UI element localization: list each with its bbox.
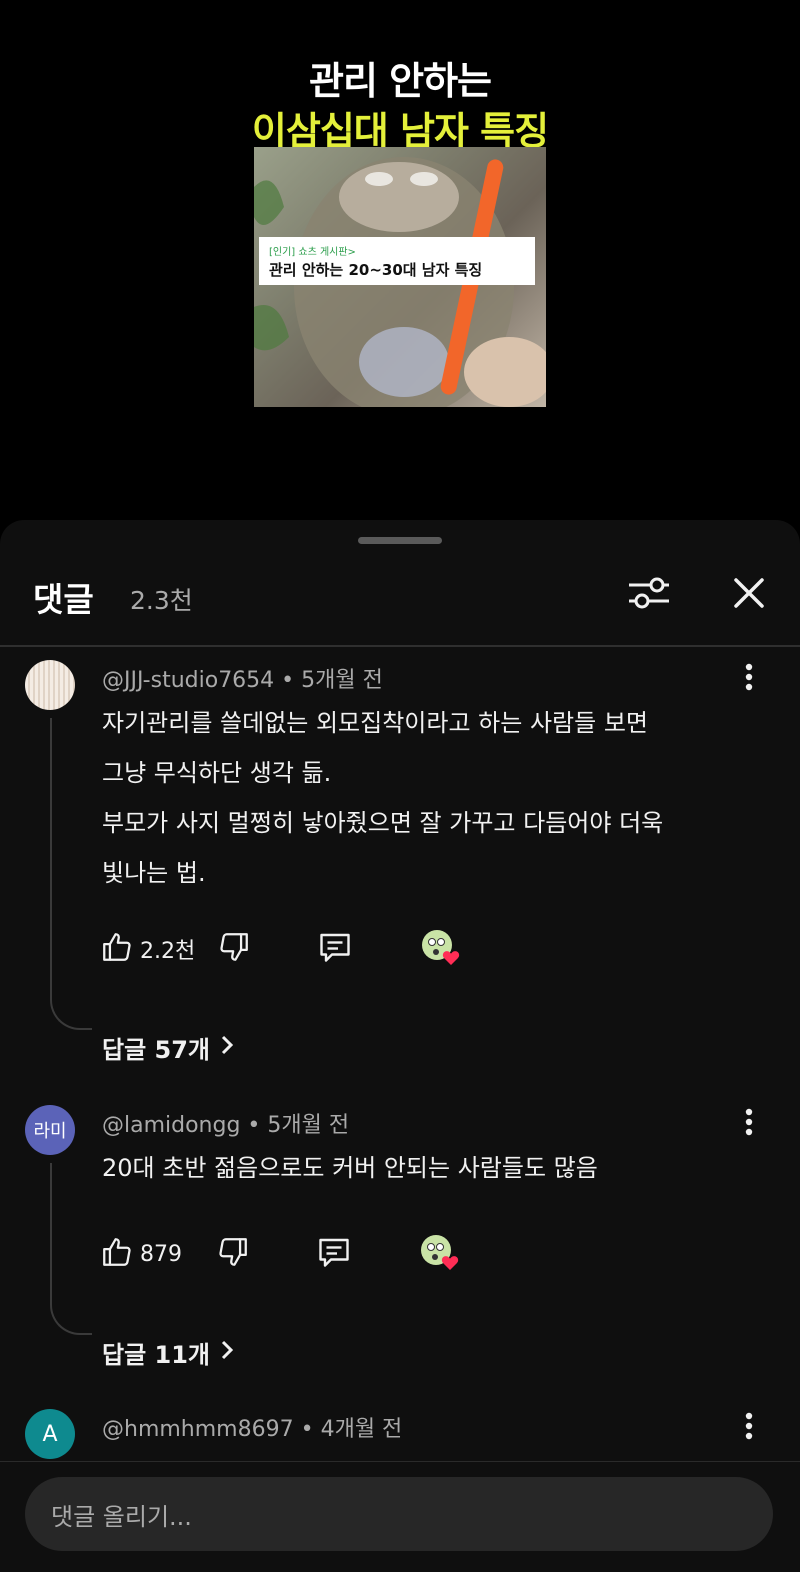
comment-item: 라미 @lamidongg • 5개월 전 20대 초반 젊음으로도 커버 안되… <box>0 1093 800 1369</box>
comment-item: @JJJ-studio7654 • 5개월 전 자기관리를 쓸데없는 외모집착이… <box>0 648 800 1064</box>
card-tag: [인기] 쇼츠 게시판> <box>269 247 356 258</box>
comment-bubble-icon <box>317 929 353 969</box>
comment-line: 빛나는 법. <box>102 859 206 887</box>
comment-bubble-icon <box>316 1234 352 1274</box>
thread-line <box>50 718 92 1030</box>
comment-text: 20대 초반 젊음으로도 커버 안되는 사람들도 많음 <box>102 1143 598 1193</box>
comment-time: 5개월 전 <box>301 668 383 693</box>
close-icon <box>732 576 766 614</box>
avatar[interactable]: 라미 <box>25 1105 75 1155</box>
comment-menu-button[interactable] <box>736 1107 762 1141</box>
panel-title: 댓글 <box>33 580 94 619</box>
sliders-icon <box>627 573 671 617</box>
avatar-text: 라미 <box>33 1121 67 1142</box>
comment-composer-bar: 댓글 올리기... <box>0 1461 800 1572</box>
like-button[interactable]: 2.2천 <box>100 930 217 968</box>
more-vert-icon <box>745 1108 753 1140</box>
thumbs-down-icon <box>217 930 251 968</box>
comment-author[interactable]: @hmmhmm8697 <box>102 1417 294 1442</box>
thumbs-down-icon <box>216 1235 250 1273</box>
comment-actions: 879 <box>100 1234 462 1274</box>
thumbs-up-icon <box>100 1235 134 1273</box>
comment-author[interactable]: @JJJ-studio7654 <box>102 668 274 693</box>
comment-menu-button[interactable] <box>736 662 762 696</box>
creator-heart-badge <box>418 1232 462 1276</box>
more-vert-icon <box>745 663 753 695</box>
shorts-board-card: [인기] 쇼츠 게시판> 관리 안하는 20~30대 남자 특징 <box>259 237 535 285</box>
like-button[interactable]: 879 <box>100 1235 216 1273</box>
dislike-button[interactable] <box>217 930 251 968</box>
creator-heart-icon <box>418 1232 462 1276</box>
comment-actions: 2.2천 <box>100 929 463 969</box>
comment-line: 자기관리를 쓸데없는 외모집착이라고 하는 사람들 보면 <box>102 709 648 737</box>
reply-button[interactable] <box>317 929 353 969</box>
chevron-right-icon <box>220 1339 234 1367</box>
video-thumbnail: [인기] 쇼츠 게시판> 관리 안하는 20~30대 남자 특징 <box>254 147 546 407</box>
comment-count: 2.3천 <box>130 586 193 615</box>
creator-heart-icon <box>419 927 463 971</box>
thread-line <box>50 1163 92 1335</box>
comment-author[interactable]: @lamidongg <box>102 1113 240 1138</box>
drag-handle[interactable] <box>358 537 442 544</box>
replies-label: 답글 11개 <box>102 1341 210 1369</box>
avatar[interactable] <box>25 660 75 710</box>
creator-heart-badge <box>419 927 463 971</box>
comment-line: 그냥 무식하단 생각 듦. <box>102 759 332 787</box>
reply-button[interactable] <box>316 1234 352 1274</box>
filter-button[interactable] <box>624 570 674 620</box>
comments-panel: 댓글 2.3천 @JJJ-studio7654 • 5개월 전 자기관리를 쓸데… <box>0 520 800 1571</box>
video-title-line1: 관리 안하는 <box>308 59 492 103</box>
dislike-button[interactable] <box>216 1235 250 1273</box>
comment-menu-button[interactable] <box>736 1411 762 1445</box>
comment-line: 부모가 사지 멀쩡히 낳아줬으면 잘 가꾸고 다듬어야 더욱 <box>102 809 664 837</box>
replies-label: 답글 57개 <box>102 1036 210 1064</box>
avatar[interactable]: A <box>25 1409 75 1459</box>
view-replies-button[interactable]: 답글 57개 <box>102 1030 234 1065</box>
avatar-text: A <box>42 1421 58 1447</box>
chevron-right-icon <box>220 1034 234 1062</box>
comment-meta: @lamidongg • 5개월 전 <box>102 1113 350 1138</box>
comment-meta: @JJJ-studio7654 • 5개월 전 <box>102 668 383 693</box>
video-area[interactable]: 관리 안하는 이삼십대 남자 특징 [인기] 쇼츠 게시판> 관리 안하는 20… <box>0 0 800 520</box>
like-count: 2.2천 <box>140 939 196 964</box>
view-replies-button[interactable]: 답글 11개 <box>102 1335 234 1370</box>
thumbs-up-icon <box>100 930 134 968</box>
comment-text: 자기관리를 쓸데없는 외모집착이라고 하는 사람들 보면 그냥 무식하단 생각 … <box>102 698 663 898</box>
card-text: 관리 안하는 20~30대 남자 특징 <box>269 261 483 279</box>
comment-line: 20대 초반 젊음으로도 커버 안되는 사람들도 많음 <box>102 1154 598 1182</box>
close-button[interactable] <box>724 570 774 620</box>
more-vert-icon <box>745 1412 753 1444</box>
comment-input-placeholder: 댓글 올리기... <box>51 1502 192 1531</box>
comment-meta: @hmmhmm8697 • 4개월 전 <box>102 1417 403 1442</box>
comment-time: 5개월 전 <box>267 1113 350 1138</box>
header-divider <box>0 645 800 647</box>
comment-input[interactable]: 댓글 올리기... <box>25 1477 773 1551</box>
like-count: 879 <box>140 1241 182 1267</box>
comment-time: 4개월 전 <box>320 1417 403 1442</box>
